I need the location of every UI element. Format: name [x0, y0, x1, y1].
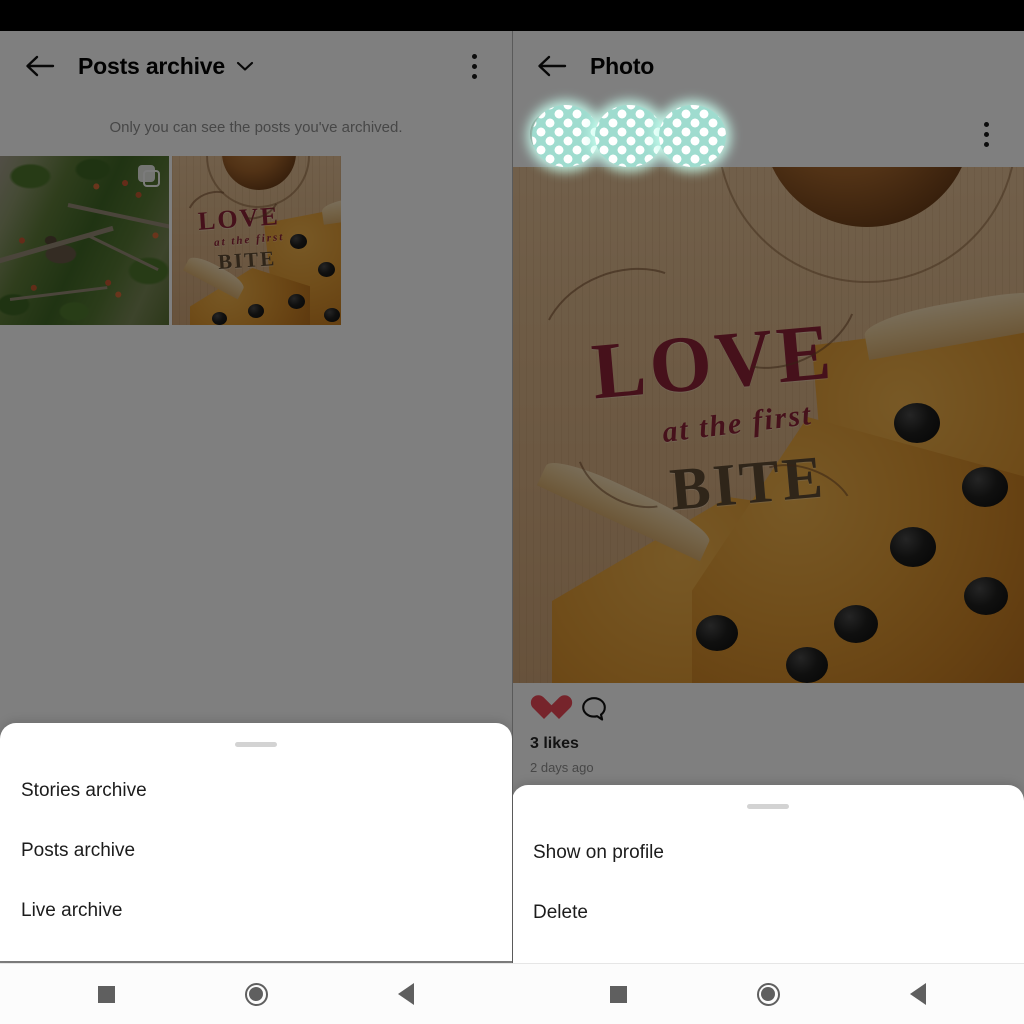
- archive-type-list: Stories archive Posts archive Live archi…: [0, 747, 512, 961]
- android-nav-bar: [512, 963, 1024, 1024]
- archive-type-sheet: Stories archive Posts archive Live archi…: [0, 723, 512, 961]
- back-arrow-icon[interactable]: [18, 44, 62, 88]
- nav-recents-button[interactable]: [543, 985, 693, 1003]
- left-phone-panel: Posts archive Only you can see the posts…: [0, 31, 512, 1024]
- page-title: Photo: [590, 52, 655, 79]
- sheet-item-delete[interactable]: Delete: [512, 883, 1024, 943]
- pizza-photo-thumbnail: LOVE at the first BITE: [172, 156, 341, 325]
- page-title: Posts archive: [78, 52, 225, 79]
- sheet-item-posts-archive[interactable]: Posts archive: [0, 821, 512, 881]
- home-circle-icon: [244, 982, 268, 1006]
- nav-recents-button[interactable]: [31, 985, 181, 1003]
- status-bar-black-strip: [0, 0, 1024, 31]
- recents-square-icon: [97, 985, 115, 1003]
- back-triangle-icon: [398, 983, 414, 1005]
- pizza-photo-full: LOVE at the first BITE: [512, 167, 1024, 683]
- likes-count[interactable]: 3 likes: [512, 735, 1024, 753]
- right-phone-panel: Photo LOVE at the first BITE 3 likes 2 d…: [512, 31, 1024, 1024]
- photo-action-bar: Photo: [512, 31, 1024, 101]
- nav-back-button[interactable]: [843, 983, 993, 1005]
- carousel-icon: [138, 165, 160, 187]
- post-timestamp: 2 days ago: [530, 760, 594, 775]
- posts-archive-screen: Posts archive Only you can see the posts…: [0, 31, 512, 963]
- screenshot-root: Posts archive Only you can see the posts…: [0, 0, 1024, 1024]
- archive-action-bar: Posts archive: [0, 31, 512, 101]
- sheet-item-live-archive[interactable]: Live archive: [0, 881, 512, 941]
- post-photo[interactable]: LOVE at the first BITE: [512, 167, 1024, 683]
- post-action-row: [512, 683, 1024, 735]
- post-header: [512, 101, 1024, 167]
- post-options-sheet: Show on profile Delete: [512, 785, 1024, 963]
- comment-bubble-icon[interactable]: [580, 695, 608, 723]
- archive-grid: LOVE at the first BITE: [0, 156, 512, 325]
- avatar[interactable]: [530, 112, 574, 156]
- post-options-list: Show on profile Delete: [512, 809, 1024, 963]
- back-arrow-icon[interactable]: [530, 44, 574, 88]
- android-nav-bar: [0, 963, 512, 1024]
- sheet-item-show-on-profile[interactable]: Show on profile: [512, 823, 1024, 883]
- nav-home-button[interactable]: [181, 982, 331, 1006]
- chevron-down-icon[interactable]: [236, 60, 254, 72]
- sheet-item-stories-archive[interactable]: Stories archive: [0, 761, 512, 821]
- nav-back-button[interactable]: [331, 983, 481, 1005]
- heart-filled-icon[interactable]: [530, 696, 558, 722]
- username-label[interactable]: [586, 126, 590, 143]
- recents-square-icon: [609, 985, 627, 1003]
- photo-detail-screen: Photo LOVE at the first BITE 3 likes 2 d…: [512, 31, 1024, 963]
- home-circle-icon: [756, 982, 780, 1006]
- nav-home-button[interactable]: [693, 982, 843, 1006]
- overflow-menu-icon[interactable]: [454, 44, 494, 88]
- grid-item[interactable]: [0, 156, 169, 325]
- archive-note: Only you can see the posts you've archiv…: [0, 101, 512, 156]
- grid-item[interactable]: LOVE at the first BITE: [172, 156, 341, 325]
- overflow-menu-icon[interactable]: [966, 112, 1006, 156]
- back-triangle-icon: [910, 983, 926, 1005]
